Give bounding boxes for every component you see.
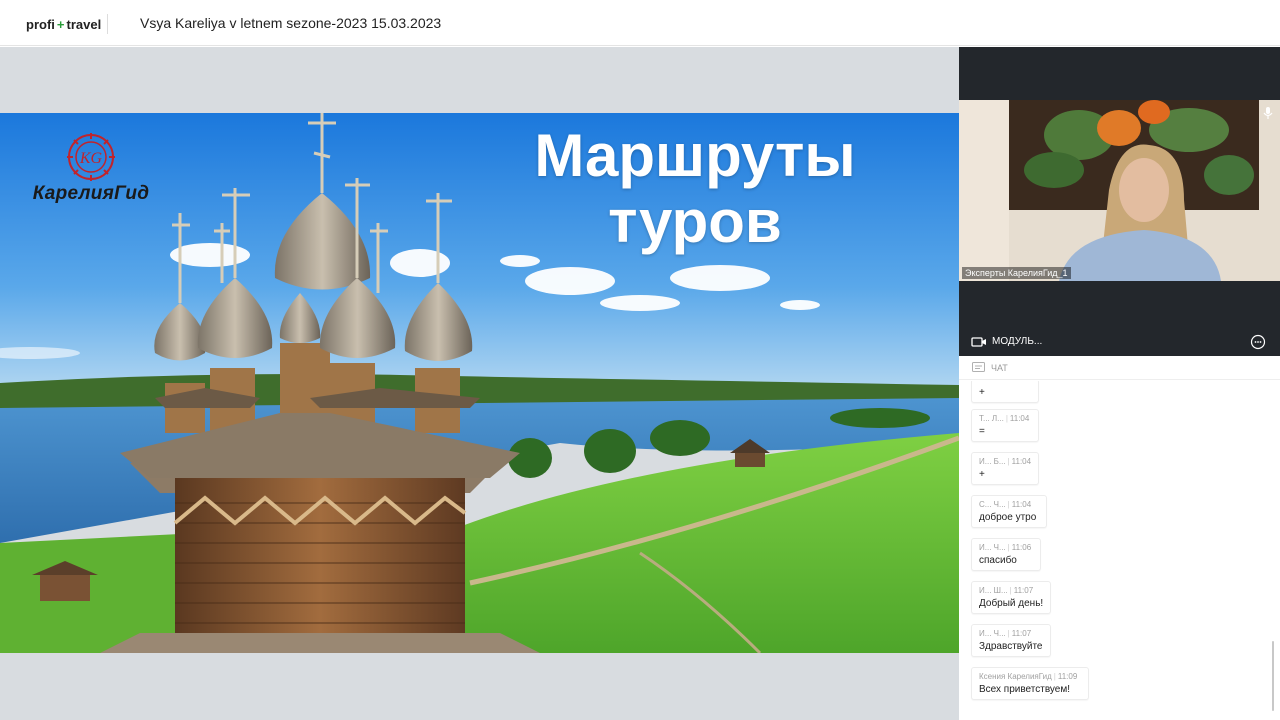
participant-label: Эксперты КарелияГид_1 (962, 267, 1071, 279)
message-author: Ксения КарелияГид (979, 672, 1052, 681)
kareliyagid-emblem-icon: KG (67, 133, 115, 181)
meta-separator: | (1007, 543, 1010, 552)
message-author: Т... Л... (979, 414, 1004, 423)
message-meta: Ксения КарелияГид | 11:09 (979, 672, 1081, 681)
logo-plus: + (56, 16, 65, 32)
kareliyagid-logo: KG КарелияГид (26, 131, 156, 205)
message-text: Всех приветствуем! (979, 684, 1071, 695)
message-text: = (979, 426, 985, 437)
chat-list-icon (972, 362, 985, 372)
message-text: доброе утро (979, 512, 1037, 523)
meta-separator: | (1005, 414, 1008, 423)
message-meta: И... Ч... | 11:06 (979, 543, 1033, 552)
message-meta: И... Ч... | 11:07 (979, 629, 1043, 638)
message-time: 11:04 (1011, 457, 1032, 466)
message-text: спасибо (979, 555, 1017, 566)
participant-video[interactable]: Эксперты КарелияГид_1 (959, 100, 1280, 281)
message-time: 11:04 (1009, 414, 1030, 423)
message-time: 11:06 (1011, 543, 1032, 552)
message-author: С... Ч... (979, 500, 1006, 509)
meta-separator: | (1009, 586, 1012, 595)
chat-message: И... Ч... | 11:06 спасибо (971, 538, 1041, 571)
presentation-stage: KG КарелияГид Маршруты туров (0, 47, 959, 720)
chat-message: С... Ч... | 11:04 доброе утро (971, 495, 1047, 528)
slide-title: Маршруты туров (520, 123, 870, 255)
chat-bubble-icon[interactable] (1250, 334, 1266, 350)
event-title: Vsya Kareliya v letnem sezone-2023 15.03… (140, 15, 442, 31)
chat-message: И... Б... | 11:04 + (971, 452, 1039, 485)
chat-title: ЧАТ (991, 363, 1008, 373)
video-panel: Эксперты КарелияГид_1 МОДУЛЬ... (959, 47, 1280, 356)
message-meta: С... Ч... | 11:04 (979, 500, 1039, 509)
profi-travel-logo[interactable]: profi + travel (26, 14, 109, 34)
presentation-slide: KG КарелияГид Маршруты туров (0, 113, 959, 653)
chat-message: И... Ч... | 11:07 Здравствуйте (971, 624, 1051, 657)
chat-message: Т... Л... | 11:04 = (971, 409, 1039, 442)
message-time: 11:09 (1057, 672, 1078, 681)
message-meta: И... Ш... | 11:07 (979, 586, 1043, 595)
top-bar: profi + travel Vsya Kareliya v letnem se… (0, 0, 1280, 46)
svg-text:KG: KG (79, 150, 103, 167)
message-text: + (979, 387, 985, 398)
logo-text-travel: travel (66, 16, 102, 32)
message-author: И... Ш... (979, 586, 1008, 595)
chat-header[interactable]: ЧАТ (959, 356, 1280, 380)
message-text: + (979, 469, 985, 480)
message-author: И... Ч... (979, 629, 1006, 638)
meta-separator: | (1007, 457, 1010, 466)
speaker-video-frame (959, 100, 1280, 281)
logo-text-profi: profi (26, 16, 55, 32)
message-time: 11:07 (1013, 586, 1034, 595)
meta-separator: | (1007, 629, 1010, 638)
brand-name: КарелияГид (32, 183, 150, 204)
chat-messages[interactable]: + Т... Л... | 11:04 = И... Б... | 11:04 + С.… (959, 381, 1280, 720)
slide-title-line-2: туров (608, 188, 782, 255)
microphone-icon[interactable] (1262, 106, 1274, 120)
meta-separator: | (1053, 672, 1056, 681)
message-meta: Т... Л... | 11:04 (979, 414, 1031, 423)
chat-scrollbar[interactable] (1272, 641, 1274, 711)
message-author: И... Б... (979, 457, 1006, 466)
chat-message: Ксения КарелияГид | 11:09 Всех приветствуе… (971, 667, 1089, 700)
chat-message: + (971, 381, 1039, 403)
message-time: 11:07 (1011, 629, 1032, 638)
message-author: И... Ч... (979, 543, 1006, 552)
camera-icon[interactable] (971, 335, 987, 349)
message-text: Здравствуйте (979, 641, 1043, 652)
message-text: Добрый день! (979, 598, 1044, 609)
meta-separator: | (1007, 500, 1010, 509)
right-sidebar: Эксперты КарелияГид_1 МОДУЛЬ... ЧАТ + Т.… (959, 47, 1280, 720)
chat-message: И... Ш... | 11:07 Добрый день! (971, 581, 1051, 614)
message-meta: И... Б... | 11:04 (979, 457, 1031, 466)
module-label[interactable]: МОДУЛЬ... (992, 336, 1042, 347)
slide-title-line-1: Маршруты (534, 122, 856, 189)
video-controls: МОДУЛЬ... (959, 329, 1280, 356)
message-time: 11:04 (1011, 500, 1032, 509)
